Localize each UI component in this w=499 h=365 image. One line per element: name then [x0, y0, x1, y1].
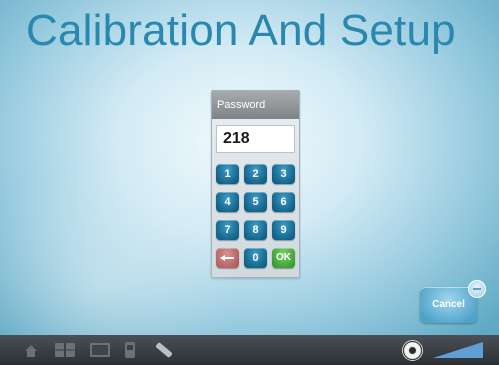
pen-icon[interactable]: [155, 341, 173, 359]
ok-key[interactable]: OK: [272, 248, 295, 268]
key-0[interactable]: 0: [244, 248, 267, 268]
grid-icon[interactable]: [55, 343, 75, 357]
key-6[interactable]: 6: [272, 192, 295, 212]
bottom-toolbar: [0, 335, 499, 365]
home-icon[interactable]: [25, 345, 37, 357]
key-3[interactable]: 3: [272, 164, 295, 184]
key-7[interactable]: 7: [216, 220, 239, 240]
key-5[interactable]: 5: [244, 192, 267, 212]
screen-background: Calibration And Setup Password 218 1 2 3…: [0, 0, 499, 335]
password-keypad: Password 218 1 2 3 4 5 6 7 8 9 0 OK: [211, 90, 300, 278]
backspace-arrow-icon: [220, 255, 234, 261]
backspace-key[interactable]: [216, 248, 239, 268]
minus-bubble-icon[interactable]: [468, 280, 486, 298]
volume-icon[interactable]: [433, 342, 483, 358]
password-header: Password: [212, 91, 299, 119]
page-title: Calibration And Setup: [26, 6, 456, 55]
password-field[interactable]: 218: [216, 125, 295, 153]
disc-icon[interactable]: [402, 340, 423, 361]
key-8[interactable]: 8: [244, 220, 267, 240]
device-icon[interactable]: [125, 342, 135, 358]
key-2[interactable]: 2: [244, 164, 267, 184]
key-4[interactable]: 4: [216, 192, 239, 212]
key-1[interactable]: 1: [216, 164, 239, 184]
key-9[interactable]: 9: [272, 220, 295, 240]
monitor-icon[interactable]: [90, 343, 110, 357]
